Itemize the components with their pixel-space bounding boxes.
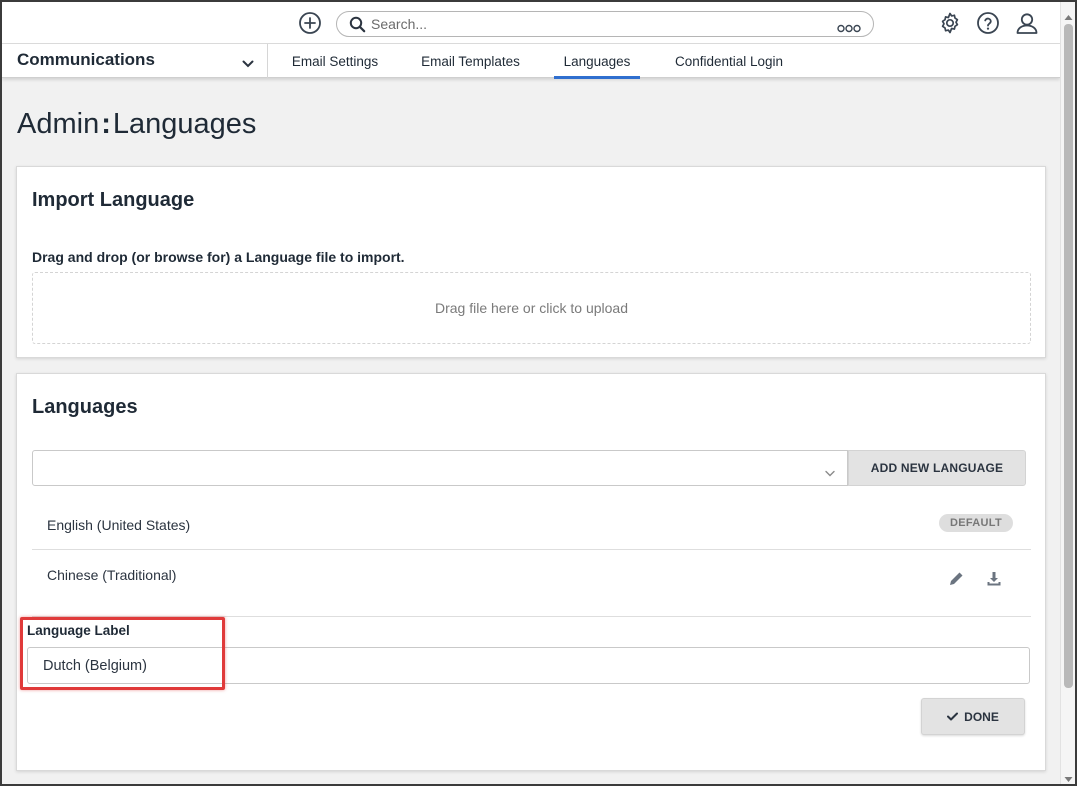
language-name: Chinese (Traditional) xyxy=(47,567,177,583)
download-icon[interactable] xyxy=(985,570,1003,588)
nav-bar: Communications Email Settings Email Temp… xyxy=(2,44,1060,79)
more-options-icon[interactable] xyxy=(837,20,861,38)
scroll-down-icon[interactable] xyxy=(1064,770,1073,782)
search-icon xyxy=(349,16,366,38)
page-title-prefix: Admin xyxy=(17,108,100,140)
dropzone-text: Drag file here or click to upload xyxy=(435,300,628,316)
list-item: Chinese (Traditional) xyxy=(32,550,1031,617)
checkmark-icon xyxy=(947,710,959,724)
gear-icon[interactable] xyxy=(937,10,963,36)
tab-email-settings[interactable]: Email Settings xyxy=(280,44,390,78)
done-label: DONE xyxy=(964,709,999,724)
tab-languages[interactable]: Languages xyxy=(554,44,640,79)
page-title-separator: : xyxy=(101,108,111,140)
scroll-thumb[interactable] xyxy=(1064,24,1073,688)
top-bar xyxy=(2,2,1060,44)
search-bar[interactable] xyxy=(336,11,874,37)
file-dropzone[interactable]: Drag file here or click to upload xyxy=(32,272,1031,344)
import-language-card: Import Language Drag and drop (or browse… xyxy=(16,166,1046,358)
user-icon[interactable] xyxy=(1014,10,1040,36)
language-name: English (United States) xyxy=(47,517,191,533)
language-label-heading: Language Label xyxy=(27,623,130,638)
section-label: Communications xyxy=(17,50,155,69)
add-icon[interactable] xyxy=(297,10,323,36)
scrollbar[interactable] xyxy=(1060,2,1075,784)
default-badge: DEFAULT xyxy=(938,514,1013,532)
add-new-language-button[interactable]: ADD NEW LANGUAGE xyxy=(848,450,1026,486)
languages-card-title: Languages xyxy=(32,396,138,418)
scroll-up-icon[interactable] xyxy=(1064,8,1073,20)
import-description: Drag and drop (or browse for) a Language… xyxy=(32,249,405,265)
language-select[interactable] xyxy=(32,450,848,486)
tab-email-templates[interactable]: Email Templates xyxy=(412,44,529,78)
languages-card: Languages ADD NEW LANGUAGE English (Unit… xyxy=(16,373,1046,771)
list-item: English (United States) DEFAULT xyxy=(32,500,1031,550)
chevron-down-icon xyxy=(242,55,254,73)
section-dropdown[interactable]: Communications xyxy=(2,44,268,78)
edit-icon[interactable] xyxy=(947,570,965,588)
import-card-title: Import Language xyxy=(32,189,195,211)
language-label-input[interactable] xyxy=(27,647,1030,684)
done-button[interactable]: DONE xyxy=(921,698,1025,735)
page-title-suffix: Languages xyxy=(112,108,257,140)
chevron-down-icon xyxy=(825,464,835,482)
search-input[interactable] xyxy=(371,15,831,33)
page-title: Admin:Languages xyxy=(17,108,256,141)
help-icon[interactable] xyxy=(975,10,1001,36)
tab-confidential-login[interactable]: Confidential Login xyxy=(666,44,792,78)
